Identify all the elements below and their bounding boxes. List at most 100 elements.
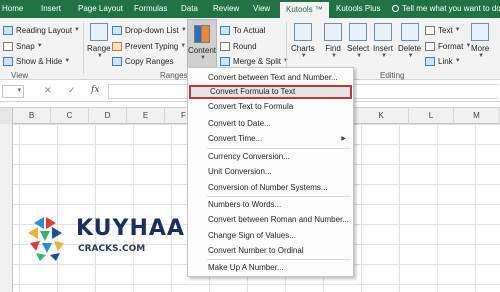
delete-label: Delete	[398, 44, 422, 53]
range-label: Range	[87, 44, 111, 53]
tab-review[interactable]: Review	[213, 0, 239, 18]
column-header[interactable]: E	[127, 108, 165, 124]
menu-item-convert-text-number[interactable]: Convert between Text and Number...	[189, 71, 352, 85]
column-header[interactable]: C	[51, 108, 89, 124]
chevron-down-icon: ▼	[356, 53, 363, 59]
menu-item-currency-conversion[interactable]: Currency Conversion...	[189, 150, 352, 164]
menu-item-unit-conversion[interactable]: Unit Conversion...	[189, 165, 352, 179]
round-label: Round	[233, 41, 257, 51]
chevron-down-icon: ▼	[96, 53, 103, 59]
column-header[interactable]: K	[354, 108, 409, 124]
tab-insert[interactable]: Insert	[41, 0, 61, 18]
menu-divider	[207, 196, 351, 197]
insert-label: Insert	[373, 44, 394, 53]
menu-item-convert-to-date[interactable]: Convert to Date...	[189, 117, 352, 131]
more-label: More	[471, 44, 490, 53]
menu-item-change-sign[interactable]: Change Sign of Values...	[189, 229, 352, 243]
merge-split-button[interactable]: Merge & Split▼	[220, 55, 289, 67]
logo-wordmark: KUYHAA	[76, 216, 185, 241]
menu-item-number-systems[interactable]: Conversion of Number Systems...	[189, 181, 352, 195]
insert-icon	[374, 23, 392, 41]
range-icon	[89, 23, 108, 41]
chevron-down-icon: ▼	[407, 53, 414, 59]
menu-item-convert-text-to-formula[interactable]: Convert Text to Formula	[189, 100, 352, 114]
format-icon	[425, 41, 435, 51]
insert-function-icon[interactable]: fx	[91, 85, 99, 95]
chevron-down-icon: ▼	[180, 43, 187, 49]
lightbulb-icon	[392, 5, 399, 12]
menu-item-number-to-ordinal[interactable]: Convert Number to Ordinal	[189, 244, 352, 258]
link-button[interactable]: Link ▼	[425, 55, 461, 67]
menu-item-numbers-to-words[interactable]: Numbers to Words...	[189, 198, 352, 212]
copy-ranges-button[interactable]: Copy Ranges	[112, 55, 173, 67]
text-label: Text	[438, 25, 453, 35]
chevron-down-icon: ▼	[381, 53, 387, 59]
column-header[interactable]: L	[409, 108, 454, 124]
logo-mark-icon	[28, 217, 64, 261]
chart-icon	[293, 23, 312, 41]
chevron-down-icon: ▼	[454, 58, 461, 64]
chevron-down-icon: ▼	[331, 53, 337, 59]
chevron-down-icon: ▼	[454, 27, 461, 33]
tell-me-text: Tell me what you want to do	[402, 4, 500, 13]
column-header[interactable]: B	[13, 108, 51, 124]
round-icon	[220, 41, 230, 51]
format-button[interactable]: Format ▼	[425, 40, 471, 52]
show-hide-label: Show & Hide	[16, 56, 63, 66]
chevron-down-icon: ▼	[74, 27, 80, 33]
prevent-typing-icon	[112, 41, 122, 51]
menu-item-roman-number[interactable]: Convert between Roman and Number...	[189, 213, 352, 227]
range-button[interactable]: Range ▼	[87, 23, 111, 59]
select-button[interactable]: Select ▼	[347, 23, 369, 59]
reading-layout-button[interactable]: Reading Layout ▼	[3, 24, 80, 36]
more-icon	[471, 23, 490, 41]
text-icon	[425, 25, 435, 35]
insert-button[interactable]: Insert ▼	[373, 23, 393, 59]
find-button[interactable]: Find ▼	[324, 23, 342, 59]
format-label: Format	[438, 41, 464, 51]
reading-layout-icon	[3, 25, 13, 35]
show-hide-button[interactable]: Show & Hide ▼	[3, 55, 70, 67]
tab-kutools[interactable]: Kutools ™	[280, 2, 329, 18]
show-hide-icon	[3, 56, 13, 66]
copy-icon	[112, 56, 122, 66]
select-all-corner[interactable]	[0, 108, 13, 124]
menu-item-label: Convert Time...	[208, 134, 263, 143]
prevent-typing-label: Prevent Typing	[125, 41, 179, 51]
more-button[interactable]: More ▼	[471, 23, 489, 59]
enter-icon[interactable]: ✓	[68, 85, 76, 96]
menu-item-convert-time[interactable]: Convert Time... ▶	[189, 132, 352, 146]
delete-button[interactable]: Delete ▼	[398, 23, 421, 59]
tab-kutools-plus[interactable]: Kutools Plus	[336, 0, 380, 18]
merge-icon	[220, 56, 230, 66]
menu-divider	[207, 259, 351, 260]
chevron-down-icon: ▼	[180, 27, 187, 33]
column-header[interactable]: M	[454, 108, 500, 124]
menu-item-convert-formula-to-text[interactable]: Convert Formula to Text	[189, 85, 352, 99]
tab-formulas[interactable]: Formulas	[134, 0, 167, 18]
tab-view[interactable]: View	[253, 0, 270, 18]
content-dropdown-menu: Convert between Text and Number... Conve…	[187, 67, 354, 277]
drop-down-list-button[interactable]: Drop-down List ▼	[112, 24, 187, 36]
text-button[interactable]: Text ▼	[425, 24, 461, 36]
content-button[interactable]: Content ▼	[187, 19, 217, 69]
charts-button[interactable]: Charts ▼	[291, 23, 315, 59]
menu-item-make-up-number[interactable]: Make Up A Number...	[189, 261, 352, 275]
content-icon	[194, 25, 210, 43]
tab-page-layout[interactable]: Page Layout	[78, 0, 123, 18]
chevron-down-icon: ▼	[36, 43, 43, 49]
snap-button[interactable]: Snap ▼	[3, 40, 43, 52]
prevent-typing-button[interactable]: Prevent Typing ▼	[112, 40, 186, 52]
column-header[interactable]: D	[89, 108, 127, 124]
to-actual-label: To Actual	[233, 25, 266, 35]
tell-me-search[interactable]: Tell me what you want to do	[392, 0, 500, 18]
tab-home[interactable]: Home	[2, 0, 23, 18]
to-actual-button[interactable]: To Actual	[220, 24, 265, 36]
name-box[interactable]: ▾	[2, 85, 24, 98]
tab-data[interactable]: Data	[181, 0, 198, 18]
group-label-view: View	[11, 71, 29, 80]
round-button[interactable]: Round	[220, 40, 257, 52]
cancel-icon[interactable]: ✕	[44, 85, 52, 96]
submenu-arrow-icon: ▶	[341, 136, 346, 142]
chevron-down-icon: ▼	[200, 55, 206, 61]
